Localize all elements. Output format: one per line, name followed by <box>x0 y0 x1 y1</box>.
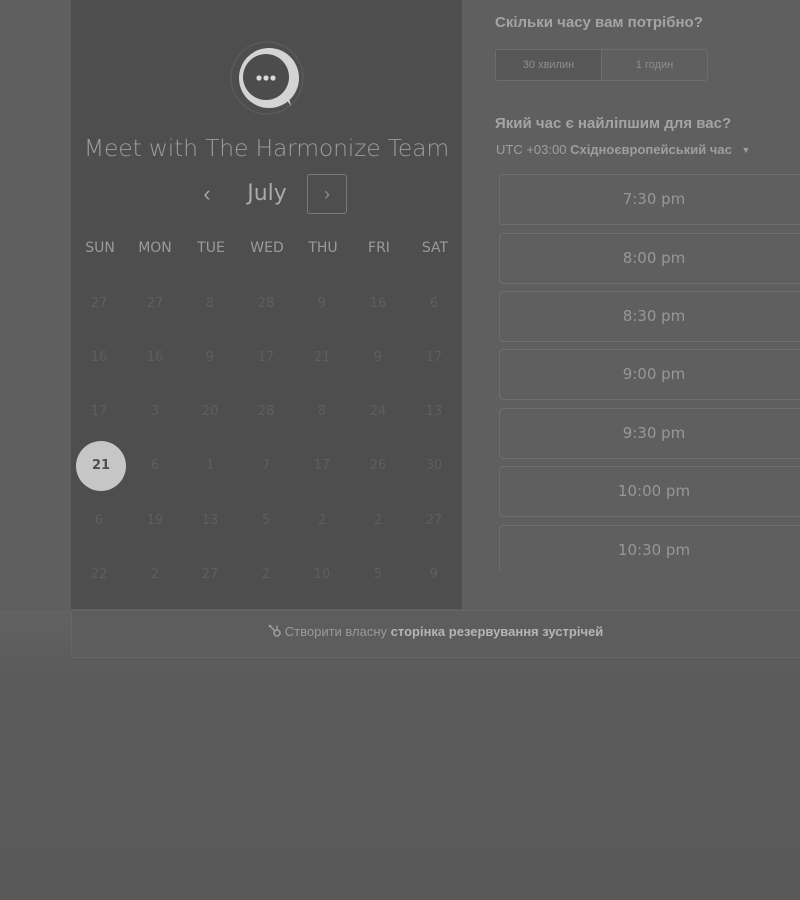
time-slot[interactable]: 9:30 pm <box>499 408 800 459</box>
month-label: July <box>247 181 287 206</box>
calendar-day: 5 <box>373 567 383 582</box>
weekday-header: SUN MON TUE WED THU FRI SAT <box>71 240 462 260</box>
calendar-day: 13 <box>201 513 219 528</box>
weekday-tue: TUE <box>197 240 225 256</box>
time-slot[interactable]: 10:00 pm <box>499 466 800 517</box>
timezone-dropdown[interactable]: UTC +03:00 Східноєвропейський час ▼ <box>496 142 750 157</box>
calendar-day: 19 <box>146 513 164 528</box>
calendar-day: 9 <box>373 350 383 365</box>
calendar-day: 21 <box>313 350 331 365</box>
timezone-offset: UTC +03:00 <box>496 142 567 157</box>
calendar-day: 20 <box>201 404 219 419</box>
calendar-title: Meet with The Harmonize Team <box>83 134 450 162</box>
calendar-day: 27 <box>425 513 443 528</box>
time-slot[interactable]: 9:00 pm <box>499 349 800 400</box>
calendar-day: 28 <box>257 296 275 311</box>
calendar-day: 9 <box>429 567 439 582</box>
calendar-day: 28 <box>257 404 275 419</box>
time-slot[interactable]: 8:00 pm <box>499 233 800 284</box>
calendar-day: 24 <box>369 404 387 419</box>
calendar-day: 30 <box>425 458 443 473</box>
calendar-day: 3 <box>150 404 160 419</box>
calendar-day: 17 <box>257 350 275 365</box>
calendar-day: 8 <box>317 404 327 419</box>
calendar-day: 27 <box>201 567 219 582</box>
time-slot[interactable]: 10:30 pm <box>499 525 800 570</box>
calendar-day-selected[interactable]: 21 <box>76 441 126 491</box>
footer-text: Створити власну сторінка резервування зу… <box>71 624 800 639</box>
chat-bubble-logo-icon <box>230 41 304 115</box>
calendar-day-grid: 27 27 8 28 9 16 6 16 16 9 17 21 9 17 17 3 20 28 8 24 13 21 6 1 7… <box>71 276 462 606</box>
weekday-wed: WED <box>250 240 284 256</box>
duration-selector: 30 хвилин 1 годин <box>495 49 708 81</box>
duration-question: Скільки часу вам потрібно? <box>495 14 703 31</box>
weekday-thu: THU <box>308 240 338 256</box>
time-slot-list: 7:30 pm 8:00 pm 8:30 pm 9:00 pm 9:30 pm … <box>499 174 800 570</box>
weekday-fri: FRI <box>368 240 390 256</box>
calendar-day: 17 <box>90 404 108 419</box>
calendar-day: 27 <box>146 296 164 311</box>
calendar-day: 6 <box>94 513 104 528</box>
chevron-right-icon[interactable]: › <box>307 174 347 214</box>
time-slot[interactable]: 8:30 pm <box>499 291 800 342</box>
calendar-day: 6 <box>150 458 160 473</box>
timezone-name: Східноєвропейський час <box>570 142 732 157</box>
footer-prefix: Створити власну <box>284 624 388 639</box>
calendar-day: 27 <box>90 296 108 311</box>
calendar-day: 10 <box>313 567 331 582</box>
calendar-day: 8 <box>205 296 215 311</box>
weekday-sat: SAT <box>421 240 449 256</box>
calendar-day: 16 <box>146 350 164 365</box>
calendar-day: 13 <box>425 404 443 419</box>
calendar-day: 22 <box>90 567 108 582</box>
hubspot-sprocket-icon <box>268 624 281 637</box>
calendar-day: 2 <box>317 513 327 528</box>
weekday-mon: MON <box>138 240 172 256</box>
calendar-day: 9 <box>317 296 327 311</box>
calendar-day: 17 <box>425 350 443 365</box>
calendar-day: 9 <box>205 350 215 365</box>
weekday-sun: SUN <box>85 240 115 256</box>
calendar-day: 2 <box>150 567 160 582</box>
duration-30min-button[interactable]: 30 хвилин <box>496 50 602 80</box>
booking-page-link[interactable]: сторінка резервування зустрічей <box>391 624 604 639</box>
calendar-day: 7 <box>261 458 271 473</box>
caret-down-icon: ▼ <box>741 145 751 155</box>
calendar-day: 26 <box>369 458 387 473</box>
calendar-day: 16 <box>369 296 387 311</box>
calendar-day: 5 <box>261 513 271 528</box>
calendar-day: 1 <box>205 458 215 473</box>
chevron-left-icon[interactable]: ‹ <box>190 176 224 212</box>
time-question: Який час є найліпшим для вас? <box>495 115 732 132</box>
calendar-day: 6 <box>429 296 439 311</box>
calendar-day: 2 <box>373 513 383 528</box>
time-slot[interactable]: 7:30 pm <box>499 174 800 225</box>
duration-1hour-button[interactable]: 1 годин <box>602 50 707 80</box>
calendar-day: 2 <box>261 567 271 582</box>
calendar-day: 17 <box>313 458 331 473</box>
calendar-day: 16 <box>90 350 108 365</box>
